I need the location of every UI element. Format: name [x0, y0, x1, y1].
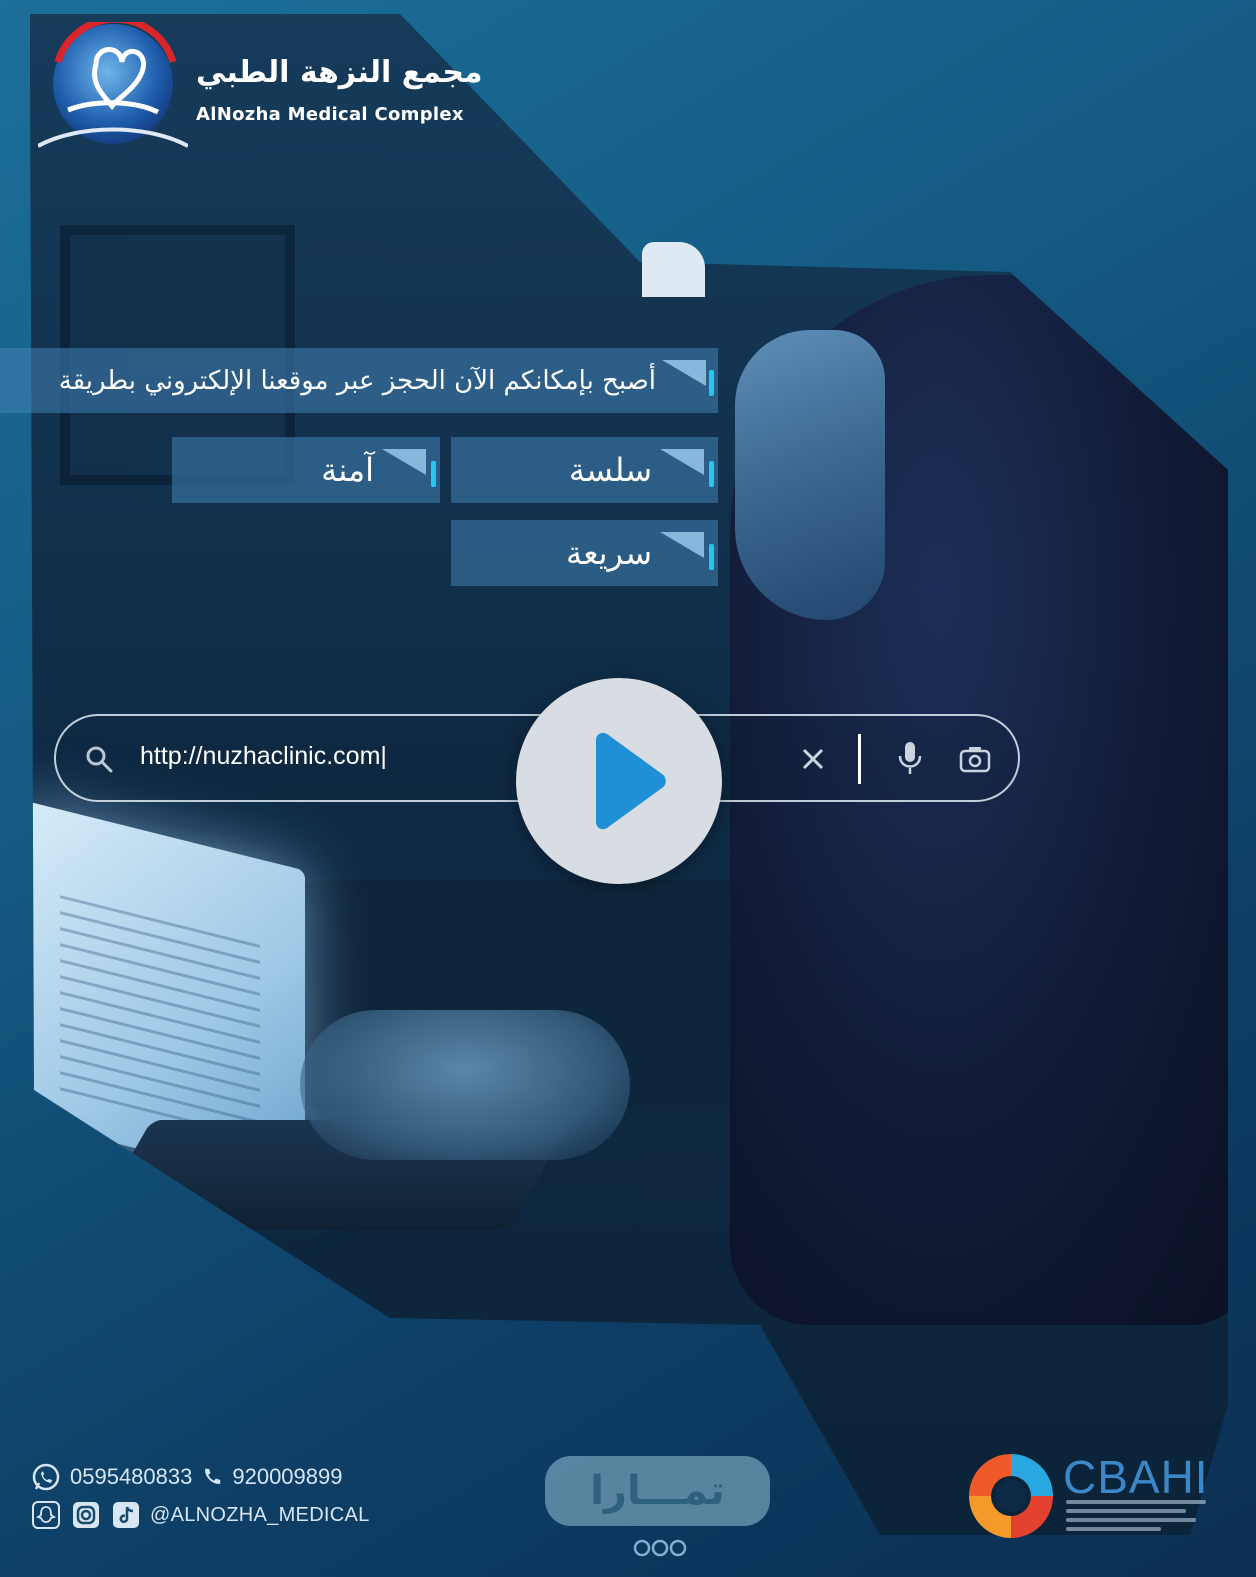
play-icon — [596, 732, 666, 830]
instagram-icon[interactable] — [70, 1499, 102, 1531]
cbahi-logo — [969, 1454, 1053, 1538]
whatsapp-icon[interactable] — [30, 1461, 62, 1493]
booking-banner: أصبح بإمكانكم الآن الحجز عبر موقعنا الإل… — [0, 348, 718, 413]
accent-bar — [709, 544, 714, 570]
snapchat-icon[interactable] — [30, 1499, 62, 1531]
camera-icon[interactable] — [958, 744, 992, 774]
accent-bar — [431, 461, 436, 487]
contact-info: 0595480833 920009899 @ALNOZHA_MEDICAL — [30, 1458, 370, 1534]
feature-safe: آمنة — [172, 437, 440, 503]
whatsapp-number[interactable]: 0595480833 — [70, 1464, 192, 1490]
accent-bar — [709, 370, 714, 396]
url-input[interactable]: http://nuzhaclinic.com| — [140, 742, 387, 771]
banner-corner-icon — [660, 532, 704, 558]
tamara-logo: تمـــارا — [545, 1456, 770, 1526]
banner-corner-icon — [382, 449, 426, 475]
banner-corner-icon — [662, 360, 706, 386]
banner-corner-icon — [660, 449, 704, 475]
feature-fast: سريعة — [451, 520, 718, 586]
social-handle[interactable]: @ALNOZHA_MEDICAL — [150, 1504, 370, 1527]
clear-icon[interactable] — [798, 744, 828, 774]
feature-safe-label: آمنة — [321, 451, 374, 489]
feature-smooth: سلسة — [451, 437, 718, 503]
feature-smooth-label: سلسة — [568, 451, 652, 489]
more-icon — [633, 1539, 687, 1557]
post-frame: مجمع النزهة الطبي AlNozha Medical Comple… — [0, 0, 1256, 1577]
brand-name-arabic: مجمع النزهة الطبي — [196, 55, 483, 90]
search-icon — [86, 746, 113, 773]
accent-bar — [709, 461, 714, 487]
cbahi-wordmark: CBAHI — [1063, 1451, 1209, 1503]
alnozha-logo — [38, 22, 188, 148]
brand-name-english: AlNozha Medical Complex — [196, 104, 464, 125]
booking-banner-text: أصبح بإمكانكم الآن الحجز عبر موقعنا الإل… — [58, 365, 656, 396]
play-button[interactable] — [516, 678, 722, 884]
search-divider — [858, 734, 861, 784]
mic-icon[interactable] — [896, 740, 924, 776]
decorative-tab — [642, 242, 705, 297]
woman-face — [735, 330, 885, 620]
hands — [300, 1010, 630, 1160]
feature-fast-label: سريعة — [566, 534, 652, 572]
phone-icon[interactable] — [200, 1465, 224, 1489]
tiktok-icon[interactable] — [110, 1499, 142, 1531]
phone-number[interactable]: 920009899 — [232, 1464, 342, 1490]
cbahi-subtitle — [1066, 1500, 1211, 1540]
